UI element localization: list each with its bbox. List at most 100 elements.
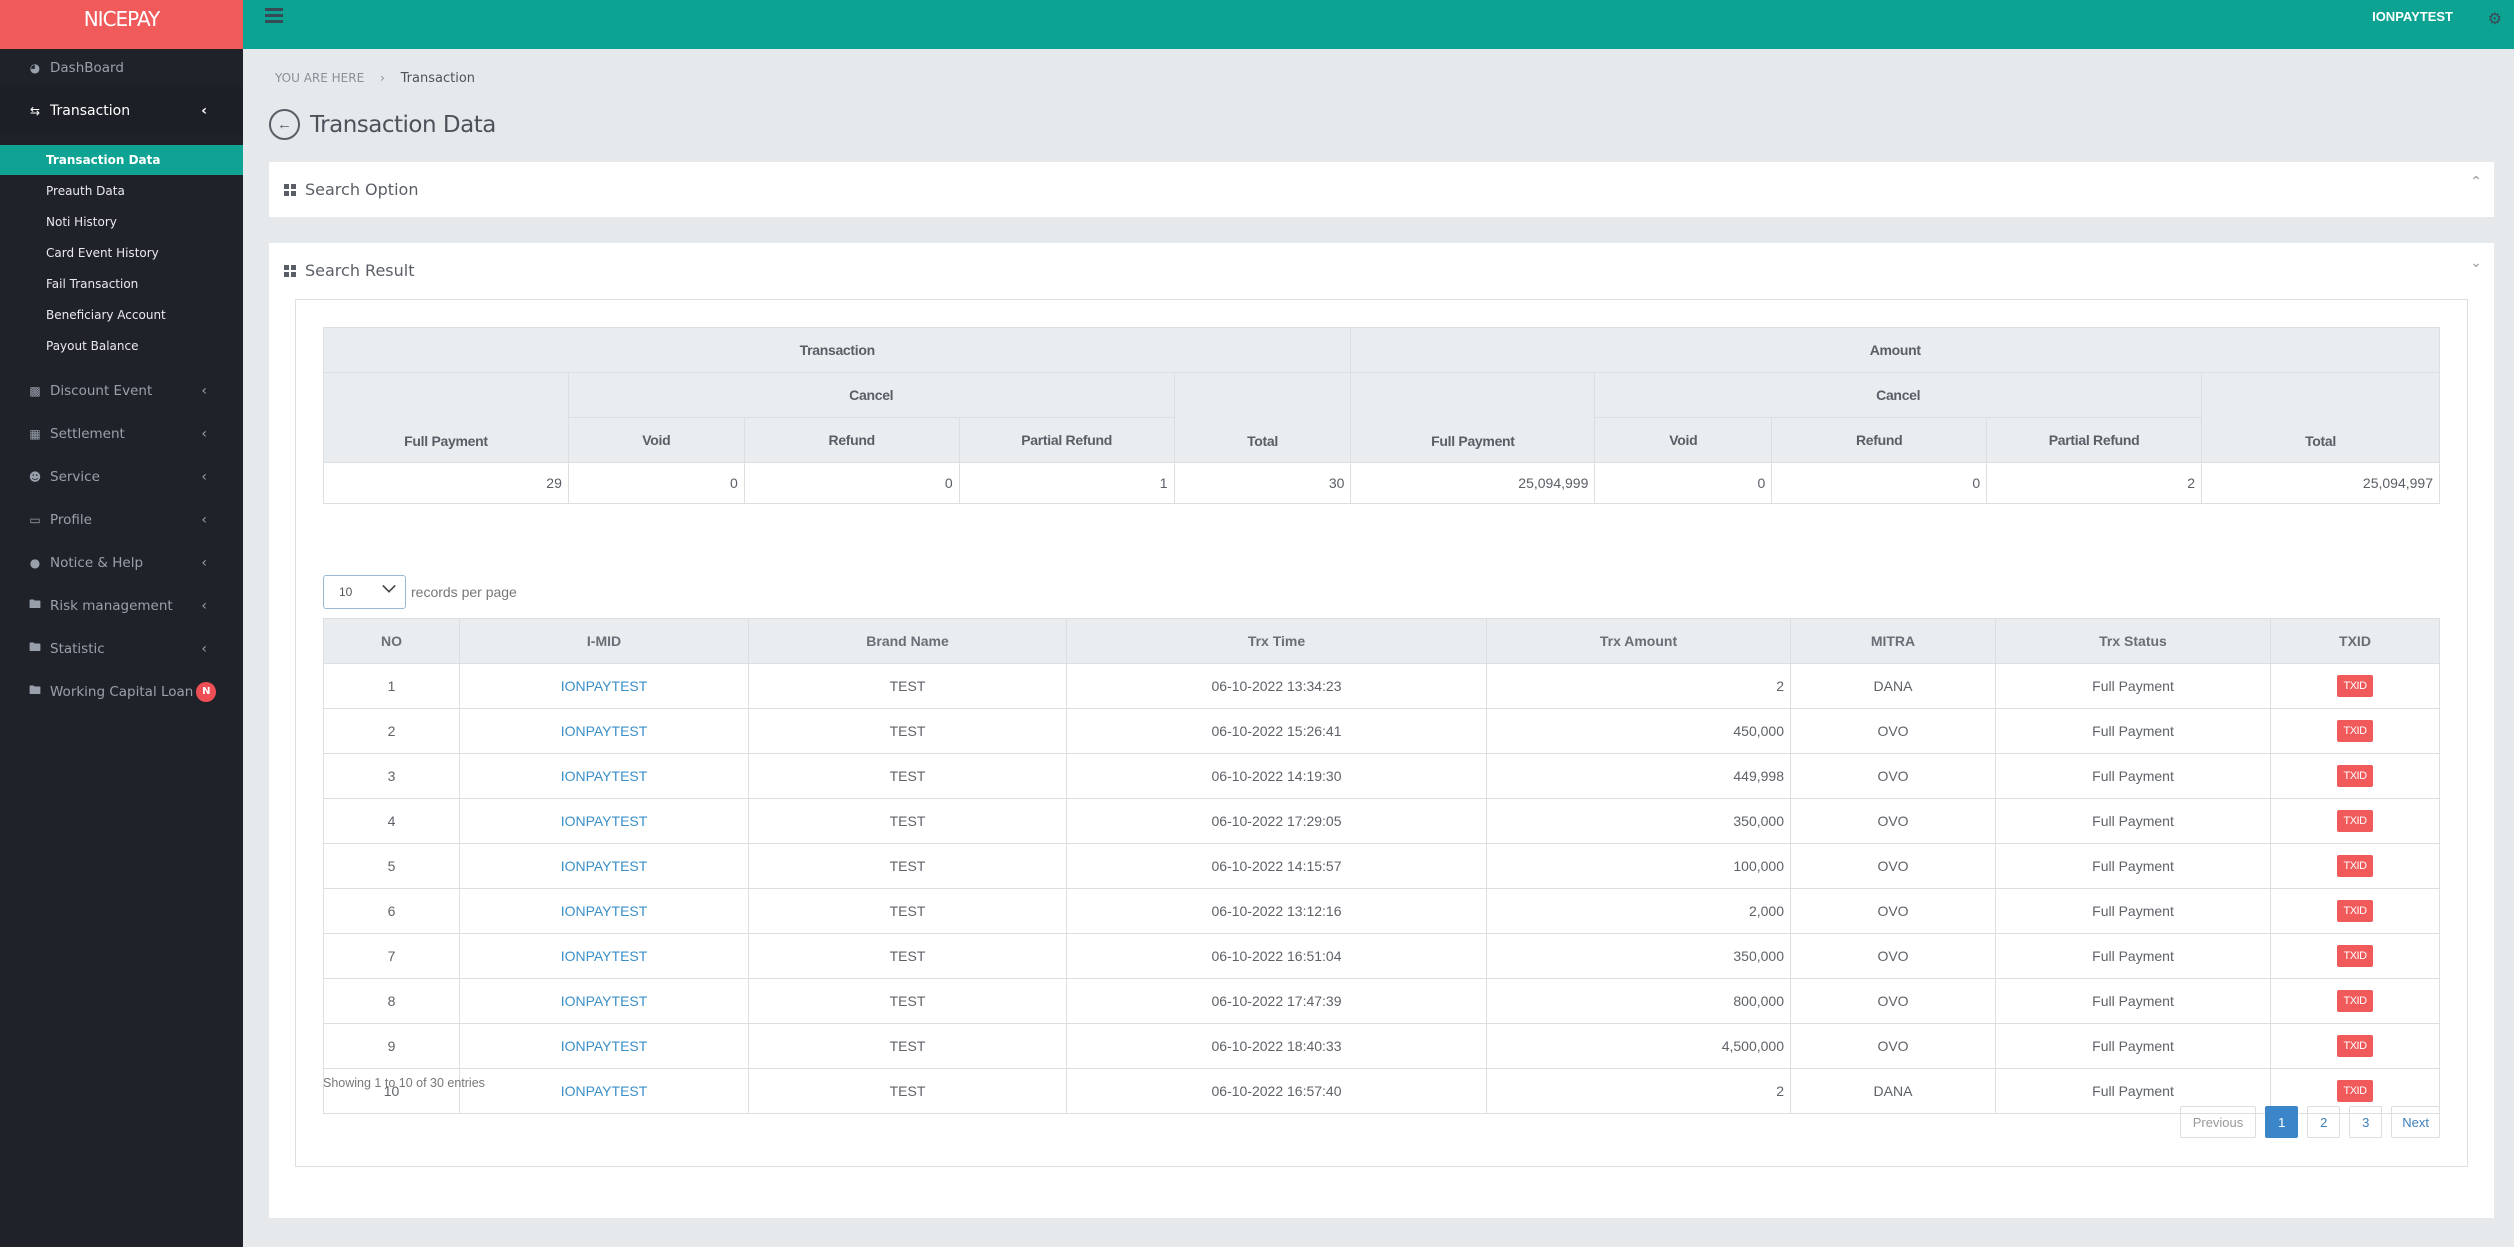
summary-group-transaction: Transaction <box>322 327 1352 373</box>
txid-button[interactable]: TXID <box>2337 900 2373 922</box>
cell-mitra: OVO <box>1790 753 1996 799</box>
cell-imid[interactable]: IONPAYTEST <box>459 843 749 889</box>
page-length-label: records per page <box>411 584 517 600</box>
cell-imid[interactable]: IONPAYTEST <box>459 1068 749 1114</box>
user-name[interactable]: IONPAYTEST <box>2372 9 2453 24</box>
summary-amt-total: 25,094,997 <box>2201 462 2440 504</box>
summary-group-amount: Amount <box>1350 327 2440 373</box>
txid-button[interactable]: TXID <box>2337 765 2373 787</box>
sidebar-item-notice-help[interactable]: ● Notice & Help ‹ <box>0 541 243 584</box>
table-row: 1 IONPAYTEST TEST 06-10-2022 13:34:23 2 DANA F… <box>323 663 2440 709</box>
sidebar-item-label: DashBoard <box>50 60 124 76</box>
chevron-down-icon[interactable]: ⌄ <box>2470 255 2482 271</box>
cell-trx-amount: 2 <box>1486 1068 1791 1114</box>
cell-imid[interactable]: IONPAYTEST <box>459 708 749 754</box>
cell-imid[interactable]: IONPAYTEST <box>459 798 749 844</box>
summary-col-partial-refund: Partial Refund <box>1986 417 2203 463</box>
cell-trx-amount: 350,000 <box>1486 933 1791 979</box>
txid-button[interactable]: TXID <box>2337 1035 2373 1057</box>
cell-trx-status: Full Payment <box>1995 798 2271 844</box>
sidebar-item-statistic[interactable]: 🖿 Statistic ‹ <box>0 627 243 670</box>
col-header-txid[interactable]: TXID <box>2270 618 2440 664</box>
cell-txid: TXID <box>2270 1023 2440 1069</box>
cell-no: 8 <box>323 978 460 1024</box>
txid-button[interactable]: TXID <box>2337 945 2373 967</box>
table-row: 2 IONPAYTEST TEST 06-10-2022 15:26:41 450,00… <box>323 708 2440 754</box>
cell-mitra: DANA <box>1790 1068 1996 1114</box>
sidebar-item-dashboard[interactable]: ◕ DashBoard <box>0 49 243 87</box>
cell-imid[interactable]: IONPAYTEST <box>459 978 749 1024</box>
brand-logo[interactable]: NICEPAY <box>0 0 243 49</box>
col-header-no[interactable]: NO <box>323 618 460 664</box>
sidebar-subitem-card-event-history[interactable]: Card Event History <box>0 237 243 268</box>
col-header-brand-name[interactable]: Brand Name <box>748 618 1067 664</box>
exchange-icon: ⇆ <box>29 104 41 118</box>
cell-brand-name: TEST <box>748 978 1067 1024</box>
chevron-up-icon[interactable]: ⌃ <box>2470 174 2482 190</box>
gear-icon[interactable]: ⚙ <box>2488 9 2502 29</box>
sidebar-item-settlement[interactable]: ▦ Settlement ‹ <box>0 412 243 455</box>
cell-imid[interactable]: IONPAYTEST <box>459 888 749 934</box>
cell-imid[interactable]: IONPAYTEST <box>459 933 749 979</box>
sidebar-item-label: Profile <box>50 511 92 528</box>
sidebar-subitem-noti-history[interactable]: Noti History <box>0 206 243 237</box>
page-header: ← Transaction Data <box>269 109 496 140</box>
sidebar-item-discount-event[interactable]: ▩ Discount Event ‹ <box>0 369 243 412</box>
cell-brand-name: TEST <box>748 798 1067 844</box>
sidebar-subitem-transaction-data[interactable]: Transaction Data <box>0 145 243 175</box>
sidebar-item-service[interactable]: ☻ Service ‹ <box>0 455 243 498</box>
sidebar-item-risk-management[interactable]: 🖿 Risk management ‹ <box>0 584 243 627</box>
sidebar-item-working-capital-loan[interactable]: 🖿 Working Capital Loan N <box>0 670 243 713</box>
col-header-trx-time[interactable]: Trx Time <box>1066 618 1487 664</box>
cell-brand-name: TEST <box>748 753 1067 799</box>
main-content: YOU ARE HERE › Transaction ← Transaction… <box>243 49 2514 1247</box>
grid-icon <box>284 183 296 196</box>
summary-col-refund: Refund <box>1771 417 1988 463</box>
txid-button[interactable]: TXID <box>2337 675 2373 697</box>
chevron-left-icon: ‹ <box>201 103 207 119</box>
summary-trx-total: 30 <box>1173 462 1352 504</box>
sidebar-subitem-payout-balance[interactable]: Payout Balance <box>0 330 243 361</box>
search-result-header[interactable]: Search Result ⌄ <box>269 243 2494 298</box>
txid-button[interactable]: TXID <box>2337 810 2373 832</box>
cell-imid[interactable]: IONPAYTEST <box>459 753 749 799</box>
chevron-left-icon: ‹ <box>201 640 207 657</box>
txid-button[interactable]: TXID <box>2337 1080 2373 1102</box>
cell-txid: TXID <box>2270 708 2440 754</box>
txid-button[interactable]: TXID <box>2337 990 2373 1012</box>
cell-imid[interactable]: IONPAYTEST <box>459 663 749 709</box>
sidebar-subitem-beneficiary-account[interactable]: Beneficiary Account <box>0 299 243 330</box>
sidebar-item-label: Working Capital Loan <box>50 683 194 700</box>
cell-mitra: DANA <box>1790 663 1996 709</box>
sidebar-item-transaction[interactable]: ⇆ Transaction ‹ <box>0 87 243 135</box>
pagination-page-2[interactable]: 2 <box>2307 1106 2341 1138</box>
summary-trx-partial-refund: 1 <box>958 462 1175 504</box>
table-row: 8 IONPAYTEST TEST 06-10-2022 17:47:39 800,00… <box>323 978 2440 1024</box>
pagination-next[interactable]: Next <box>2391 1106 2440 1138</box>
breadcrumb: YOU ARE HERE › Transaction <box>275 71 475 86</box>
page-length-select[interactable]: 10 <box>323 575 406 609</box>
sidebar-item-profile[interactable]: ▭ Profile ‹ <box>0 498 243 541</box>
cell-txid: TXID <box>2270 843 2440 889</box>
chevron-down-icon <box>382 579 396 593</box>
table-row: 4 IONPAYTEST TEST 06-10-2022 17:29:05 350,00… <box>323 798 2440 844</box>
hamburger-menu-icon[interactable] <box>265 8 283 26</box>
pagination-page-3[interactable]: 3 <box>2349 1106 2383 1138</box>
cell-no: 3 <box>323 753 460 799</box>
sidebar-subitem-preauth-data[interactable]: Preauth Data <box>0 175 243 206</box>
col-header-trx-status[interactable]: Trx Status <box>1995 618 2271 664</box>
search-result-panel: Search Result ⌄ Transaction Amount Full … <box>269 243 2494 1218</box>
chevron-right-icon: › <box>380 71 385 85</box>
sidebar-subitem-fail-transaction[interactable]: Fail Transaction <box>0 268 243 299</box>
pagination-page-1[interactable]: 1 <box>2265 1106 2299 1138</box>
pagination-previous[interactable]: Previous <box>2179 1106 2257 1138</box>
table-row: 6 IONPAYTEST TEST 06-10-2022 13:12:16 2,000 O… <box>323 888 2440 934</box>
txid-button[interactable]: TXID <box>2337 720 2373 742</box>
back-arrow-icon[interactable]: ← <box>269 109 300 140</box>
col-header-mitra[interactable]: MITRA <box>1790 618 1996 664</box>
col-header-imid[interactable]: I-MID <box>459 618 749 664</box>
search-option-header[interactable]: Search Option ⌃ <box>269 162 2494 217</box>
cell-imid[interactable]: IONPAYTEST <box>459 1023 749 1069</box>
txid-button[interactable]: TXID <box>2337 855 2373 877</box>
col-header-trx-amount[interactable]: Trx Amount <box>1486 618 1791 664</box>
